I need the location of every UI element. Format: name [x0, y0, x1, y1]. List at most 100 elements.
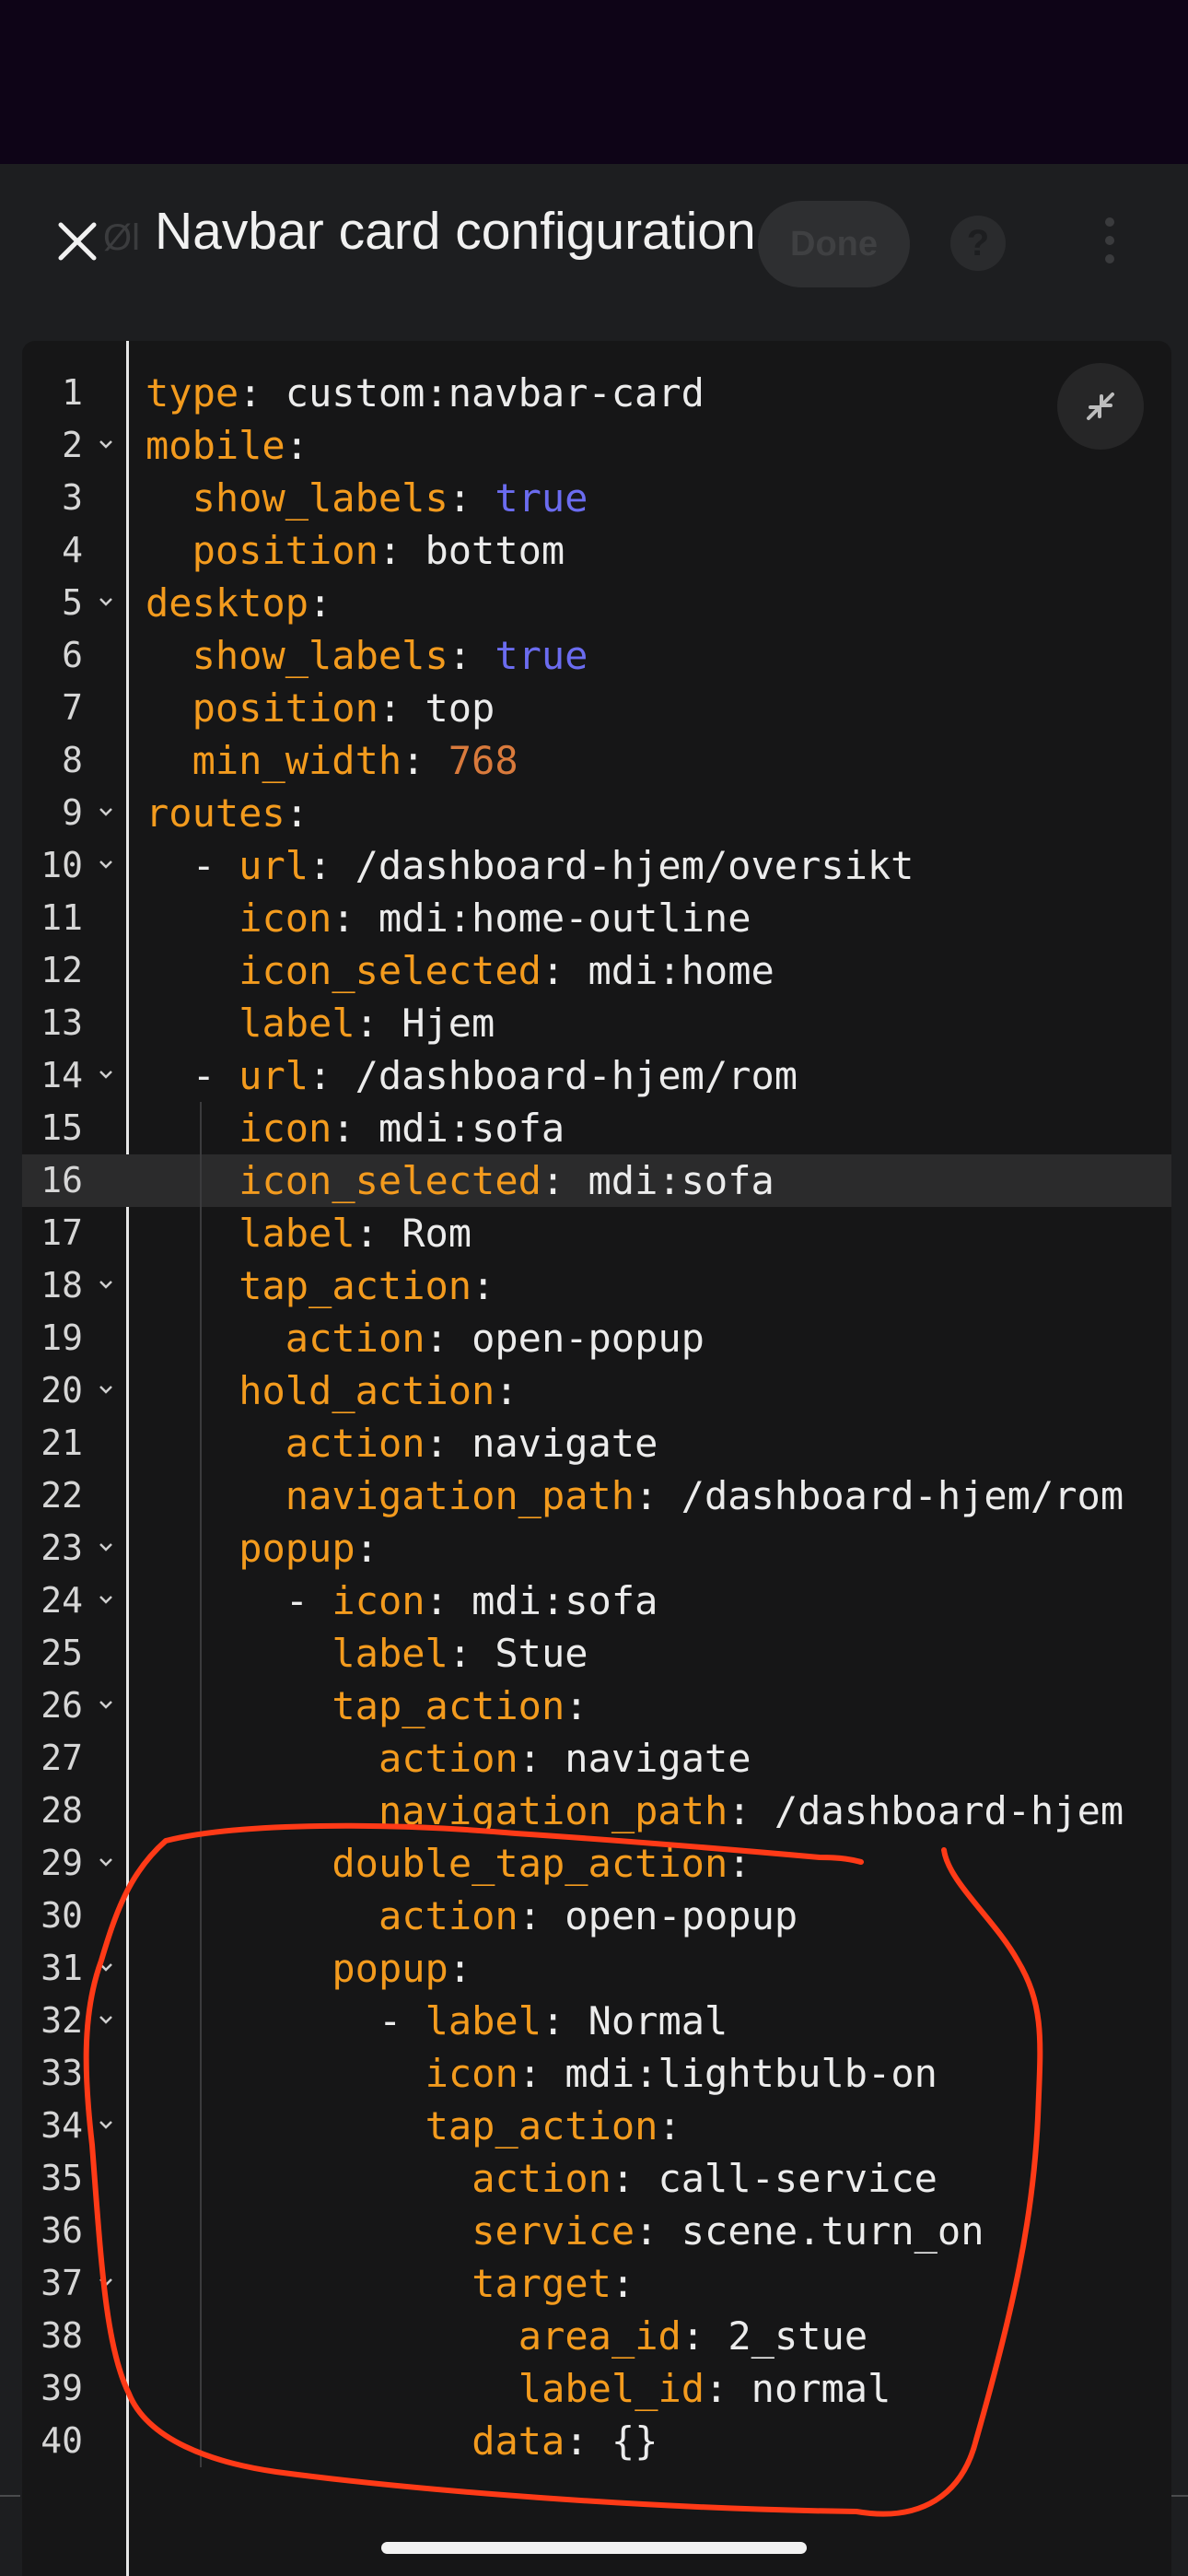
chevron-down-icon[interactable]: [94, 2270, 118, 2294]
code-line[interactable]: 23 popup:: [22, 1522, 1171, 1575]
code-text: - icon: mdi:sofa: [285, 1575, 658, 1627]
line-number: 15: [41, 1107, 83, 1148]
code-line[interactable]: 13 label: Hjem: [22, 997, 1171, 1049]
code-line[interactable]: 3 show_labels: true: [22, 472, 1171, 524]
yaml-value: :: [565, 1683, 588, 1728]
code-line[interactable]: 33 icon: mdi:lightbulb-on: [22, 2047, 1171, 2100]
yaml-key: mobile: [146, 423, 285, 468]
yaml-value: :: [402, 738, 448, 783]
yaml-key: tap_action: [332, 1683, 565, 1728]
code-line[interactable]: 18 tap_action:: [22, 1259, 1171, 1312]
chevron-down-icon[interactable]: [94, 590, 118, 614]
yaml-value: : mdi:home: [541, 948, 775, 993]
code-line[interactable]: 27 action: navigate: [22, 1732, 1171, 1785]
status-bar: [0, 0, 1188, 164]
code-line[interactable]: 4 position: bottom: [22, 524, 1171, 577]
code-line[interactable]: 26 tap_action:: [22, 1680, 1171, 1732]
chevron-down-icon[interactable]: [94, 1535, 118, 1559]
yaml-key: tap_action: [239, 1263, 472, 1308]
code-line[interactable]: 24 - icon: mdi:sofa: [22, 1575, 1171, 1627]
code-line[interactable]: 7 position: top: [22, 682, 1171, 734]
indent-guide: [199, 1102, 202, 2467]
line-number: 26: [41, 1685, 83, 1726]
chevron-down-icon[interactable]: [94, 852, 118, 876]
code-text: label: Stue: [332, 1627, 588, 1680]
yaml-value: : Normal: [542, 1998, 728, 2043]
code-line[interactable]: 17 label: Rom: [22, 1207, 1171, 1259]
code-line[interactable]: 10 - url: /dashboard-hjem/oversikt: [22, 839, 1171, 892]
code-line[interactable]: 36 service: scene.turn_on: [22, 2205, 1171, 2257]
yaml-value: : mdi:lightbulb-on: [518, 2051, 938, 2096]
code-line[interactable]: 35 action: call-service: [22, 2152, 1171, 2205]
code-line[interactable]: 6 show_labels: true: [22, 629, 1171, 682]
chevron-down-icon[interactable]: [94, 1587, 118, 1611]
chevron-down-icon[interactable]: [94, 1377, 118, 1401]
code-line[interactable]: 29 double_tap_action:: [22, 1837, 1171, 1890]
line-number: 18: [41, 1265, 83, 1306]
code-line[interactable]: 38 area_id: 2_stue: [22, 2310, 1171, 2362]
code-line[interactable]: 12 icon_selected: mdi:home: [22, 944, 1171, 997]
code-line[interactable]: 19 action: open-popup: [22, 1312, 1171, 1364]
code-line[interactable]: 15 icon: mdi:sofa: [22, 1102, 1171, 1154]
code-line[interactable]: 40 data: {}: [22, 2415, 1171, 2467]
code-text: action: open-popup: [379, 1890, 798, 1942]
code-line[interactable]: 11 icon: mdi:home-outline: [22, 892, 1171, 944]
code-line[interactable]: 34 tap_action:: [22, 2100, 1171, 2152]
chevron-down-icon[interactable]: [94, 1272, 118, 1296]
chevron-down-icon[interactable]: [94, 2113, 118, 2137]
code-text: mobile:: [146, 419, 309, 472]
yaml-key: min_width: [192, 738, 402, 783]
code-line[interactable]: 5 desktop:: [22, 577, 1171, 629]
yaml-key: navigation_path: [285, 1473, 635, 1518]
line-number: 10: [41, 845, 83, 885]
yaml-key: url: [239, 843, 309, 888]
code-text: min_width: 768: [192, 734, 518, 787]
yaml-key: area_id: [518, 2313, 681, 2359]
code-line[interactable]: 37 target:: [22, 2257, 1171, 2310]
code-line[interactable]: 32 - label: Normal: [22, 1995, 1171, 2047]
code-line[interactable]: 1 type: custom:navbar-card: [22, 367, 1171, 419]
code-line[interactable]: 22 navigation_path: /dashboard-hjem/rom: [22, 1469, 1171, 1522]
yaml-value: :: [309, 580, 332, 626]
chevron-down-icon[interactable]: [94, 800, 118, 824]
yaml-key: popup: [239, 1526, 355, 1571]
code-line[interactable]: 39 label_id: normal: [22, 2362, 1171, 2415]
home-indicator[interactable]: [381, 2542, 807, 2554]
code-line[interactable]: 25 label: Stue: [22, 1627, 1171, 1680]
yaml-value: : /dashboard-hjem/rom: [635, 1473, 1124, 1518]
chevron-down-icon[interactable]: [94, 1850, 118, 1874]
chevron-down-icon[interactable]: [94, 1062, 118, 1086]
code-line[interactable]: 30 action: open-popup: [22, 1890, 1171, 1942]
chevron-down-icon[interactable]: [94, 432, 118, 456]
code-line[interactable]: 21 action: navigate: [22, 1417, 1171, 1469]
code-line[interactable]: 9 routes:: [22, 787, 1171, 839]
yaml-value: : scene.turn_on: [635, 2208, 984, 2254]
code-text: icon: mdi:lightbulb-on: [425, 2047, 938, 2100]
chevron-down-icon[interactable]: [94, 1955, 118, 1979]
code-editor[interactable]: 1 type: custom:navbar-card 2 mobile: 3 show_l…: [22, 341, 1171, 2576]
code-line[interactable]: 2 mobile:: [22, 419, 1171, 472]
line-number: 23: [41, 1528, 83, 1568]
yaml-value: : top: [378, 685, 495, 731]
code-line[interactable]: 31 popup:: [22, 1942, 1171, 1995]
yaml-value: :: [448, 475, 495, 521]
yaml-key: action: [379, 1736, 518, 1781]
code-text: tap_action:: [425, 2100, 681, 2152]
code-line[interactable]: 20 hold_action:: [22, 1364, 1171, 1417]
code-line[interactable]: 28 navigation_path: /dashboard-hjem: [22, 1785, 1171, 1837]
code-line[interactable]: 8 min_width: 768: [22, 734, 1171, 787]
line-number: 25: [41, 1633, 83, 1673]
collapse-arrows-icon[interactable]: [1057, 363, 1144, 450]
code-line[interactable]: 16 icon_selected: mdi:sofa: [22, 1154, 1171, 1207]
code-line[interactable]: 14 - url: /dashboard-hjem/rom: [22, 1049, 1171, 1102]
close-icon[interactable]: [48, 212, 107, 271]
code-text: - url: /dashboard-hjem/oversikt: [192, 839, 914, 892]
code-text: - url: /dashboard-hjem/rom: [192, 1049, 798, 1102]
yaml-key: icon: [332, 1578, 425, 1623]
yaml-key: position: [192, 685, 379, 731]
chevron-down-icon[interactable]: [94, 2008, 118, 2032]
code-text: area_id: 2_stue: [518, 2310, 868, 2362]
chevron-down-icon[interactable]: [94, 1692, 118, 1716]
yaml-key: icon_selected: [239, 1158, 542, 1203]
background-done-button: Done: [758, 201, 910, 287]
